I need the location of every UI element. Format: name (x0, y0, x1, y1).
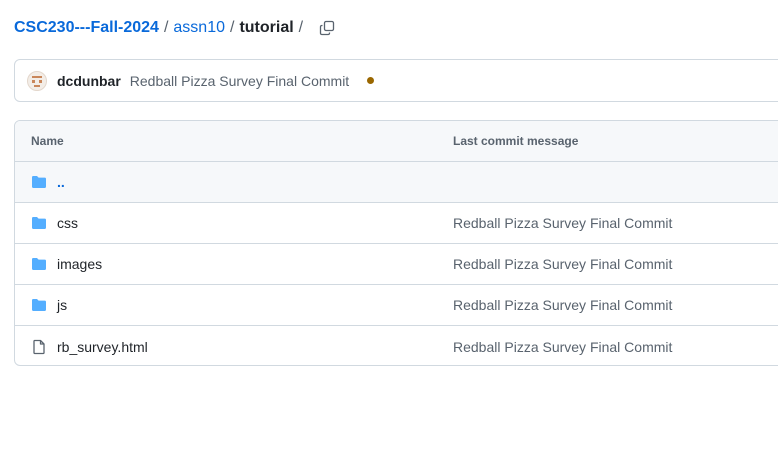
parent-directory-link[interactable]: .. (57, 174, 65, 190)
table-row[interactable]: js Redball Pizza Survey Final Commit (15, 285, 778, 326)
avatar[interactable] (27, 70, 47, 91)
page: CSC230---Fall-2024 / assn10 / tutorial /… (0, 0, 778, 464)
commit-message[interactable]: Redball Pizza Survey Final Commit (130, 73, 349, 89)
breadcrumb-folder-link[interactable]: assn10 (173, 19, 225, 37)
row-commit-message-link[interactable]: Redball Pizza Survey Final Commit (453, 256, 672, 272)
breadcrumb: CSC230---Fall-2024 / assn10 / tutorial / (14, 16, 336, 40)
breadcrumb-current: tutorial (239, 19, 294, 36)
row-commit-message-link[interactable]: Redball Pizza Survey Final Commit (453, 215, 672, 231)
table-header: Name Last commit message (15, 121, 778, 162)
commit-status-icon[interactable] (367, 77, 375, 84)
table-row[interactable]: rb_survey.html Redball Pizza Survey Fina… (15, 326, 778, 365)
table-row[interactable]: images Redball Pizza Survey Final Commit (15, 244, 778, 285)
file-name-link[interactable]: css (57, 215, 78, 231)
column-header-last-commit-message: Last commit message (453, 134, 579, 148)
folder-icon (31, 215, 47, 231)
breadcrumb-repo-link[interactable]: CSC230---Fall-2024 (14, 19, 159, 37)
copy-icon (319, 20, 335, 36)
file-name-link[interactable]: js (57, 297, 67, 313)
commit-author[interactable]: dcdunbar (57, 73, 121, 89)
row-commit-message-link[interactable]: Redball Pizza Survey Final Commit (453, 297, 672, 313)
column-header-name: Name (31, 134, 64, 148)
row-commit-message-link[interactable]: Redball Pizza Survey Final Commit (453, 339, 672, 355)
latest-commit-bar: dcdunbar Redball Pizza Survey Final Comm… (14, 59, 778, 102)
folder-icon (31, 174, 47, 190)
file-table: Name Last commit message .. css Redball … (14, 120, 778, 366)
table-row[interactable]: css Redball Pizza Survey Final Commit (15, 203, 778, 244)
breadcrumb-separator: / (230, 19, 235, 36)
file-name-link[interactable]: images (57, 256, 102, 272)
file-icon (31, 339, 47, 355)
breadcrumb-separator: / (163, 19, 169, 36)
breadcrumb-separator: / (298, 19, 304, 36)
folder-icon (31, 256, 47, 272)
folder-icon (31, 297, 47, 313)
file-name-link[interactable]: rb_survey.html (57, 339, 148, 355)
parent-directory-row[interactable]: .. (15, 162, 778, 203)
copy-path-button[interactable] (318, 19, 336, 37)
